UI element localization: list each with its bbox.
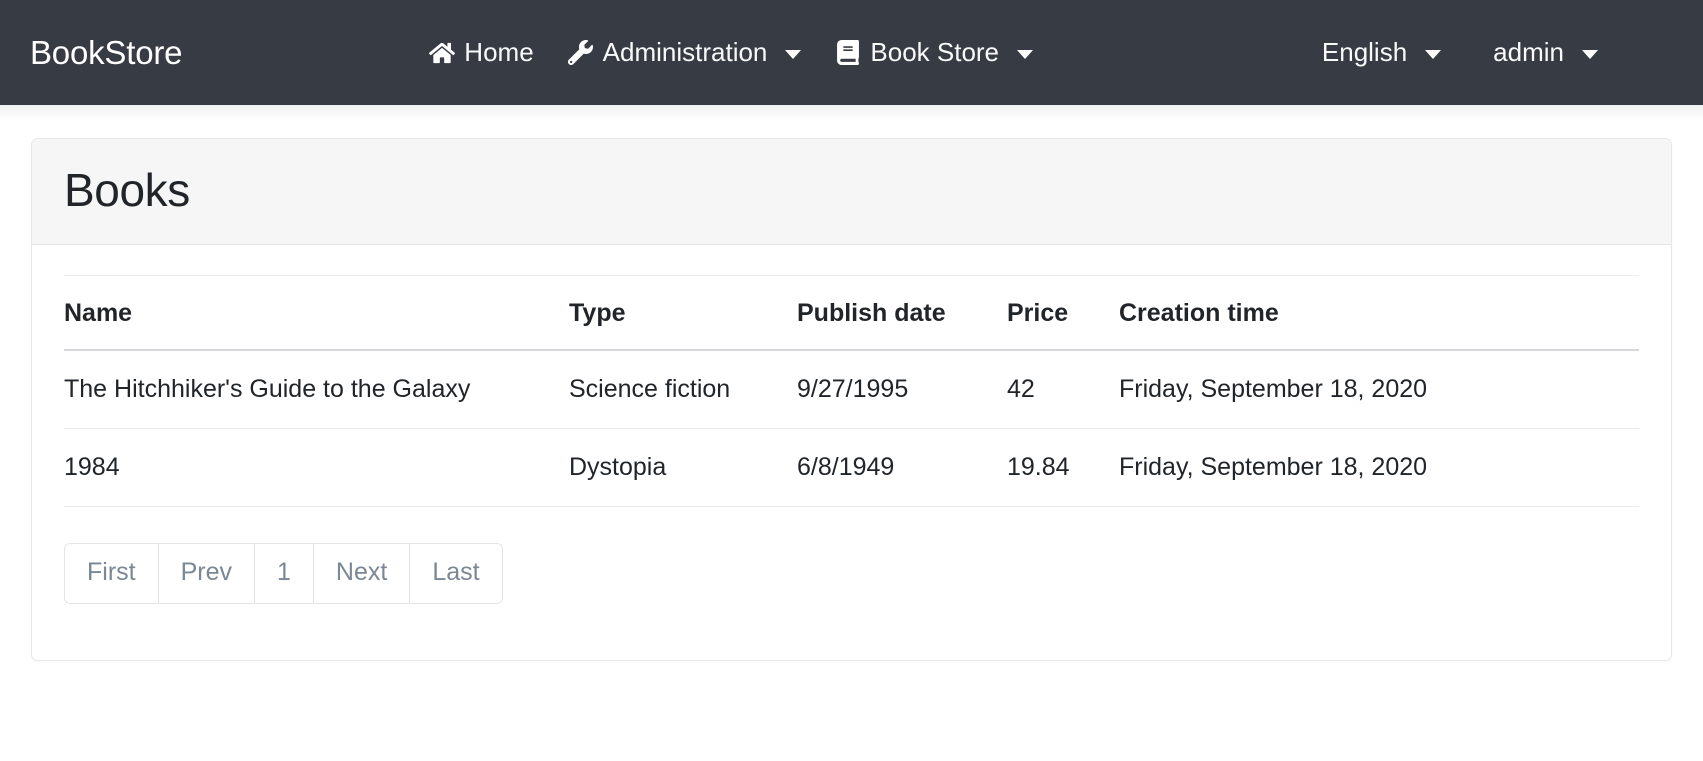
pagination: First Prev 1 Next Last xyxy=(64,542,503,604)
cell-creation-time: Friday, September 18, 2020 xyxy=(1119,428,1639,507)
column-header-creation-time[interactable]: Creation time xyxy=(1119,274,1639,351)
pagination-prev-button[interactable]: Prev xyxy=(157,542,255,604)
chevron-down-icon xyxy=(1582,50,1598,59)
wrench-icon xyxy=(568,40,594,66)
books-card: Books Name Type Publish date Price Creat… xyxy=(31,138,1672,661)
table-row[interactable]: 1984 Dystopia 6/8/1949 19.84 Friday, Sep… xyxy=(64,428,1639,507)
table-row[interactable]: The Hitchhiker's Guide to the Galaxy Sci… xyxy=(64,349,1639,429)
cell-price: 42 xyxy=(1007,349,1119,429)
books-table: Name Type Publish date Price Creation ti… xyxy=(64,274,1639,507)
brand-logo[interactable]: BookStore xyxy=(30,34,182,72)
secondary-nav: English admin xyxy=(1322,37,1598,68)
column-header-type[interactable]: Type xyxy=(569,274,797,351)
nav-item-book-store-label: Book Store xyxy=(870,37,1000,67)
cell-creation-time: Friday, September 18, 2020 xyxy=(1119,349,1639,429)
pagination-page-1[interactable]: 1 xyxy=(254,542,313,604)
card-header: Books xyxy=(32,139,1671,245)
nav-item-book-store[interactable]: Book Store xyxy=(835,37,1034,68)
cell-type: Science fiction xyxy=(569,349,797,429)
pagination-last-button[interactable]: Last xyxy=(409,542,503,604)
cell-publish-date: 9/27/1995 xyxy=(797,349,1007,429)
nav-item-administration-label: Administration xyxy=(602,37,768,67)
books-table-head: Name Type Publish date Price Creation ti… xyxy=(64,274,1639,351)
nav-item-administration[interactable]: Administration xyxy=(568,37,802,68)
column-header-name[interactable]: Name xyxy=(64,274,569,351)
cell-name: 1984 xyxy=(64,428,569,507)
primary-nav: Home Administration Book Store xyxy=(429,37,1034,68)
chevron-down-icon xyxy=(785,50,802,59)
cell-name: The Hitchhiker's Guide to the Galaxy xyxy=(64,349,569,429)
nav-item-language-label: English xyxy=(1321,37,1408,67)
table-header-row: Name Type Publish date Price Creation ti… xyxy=(64,274,1639,351)
home-icon xyxy=(429,40,456,66)
book-icon xyxy=(835,40,861,66)
nav-item-user-label: admin xyxy=(1493,37,1564,67)
page-title: Books xyxy=(64,164,190,216)
pagination-first-button[interactable]: First xyxy=(64,542,158,604)
cell-type: Dystopia xyxy=(569,428,797,507)
nav-item-home-label: Home xyxy=(464,37,534,67)
books-table-body: The Hitchhiker's Guide to the Galaxy Sci… xyxy=(64,349,1639,507)
pagination-next-button[interactable]: Next xyxy=(312,542,410,604)
nav-item-language[interactable]: English xyxy=(1321,37,1442,68)
column-header-price[interactable]: Price xyxy=(1007,274,1119,351)
chevron-down-icon xyxy=(1017,50,1034,59)
nav-item-home[interactable]: Home xyxy=(429,37,534,68)
column-header-publish-date[interactable]: Publish date xyxy=(797,274,1007,351)
page-container: Books Name Type Publish date Price Creat… xyxy=(0,105,1703,661)
top-navbar: BookStore Home Administration Book Store… xyxy=(0,0,1703,121)
nav-item-user-menu[interactable]: admin xyxy=(1493,37,1598,68)
cell-price: 19.84 xyxy=(1007,428,1119,507)
cell-publish-date: 6/8/1949 xyxy=(797,428,1007,507)
card-body: Name Type Publish date Price Creation ti… xyxy=(32,244,1671,660)
chevron-down-icon xyxy=(1425,50,1442,59)
